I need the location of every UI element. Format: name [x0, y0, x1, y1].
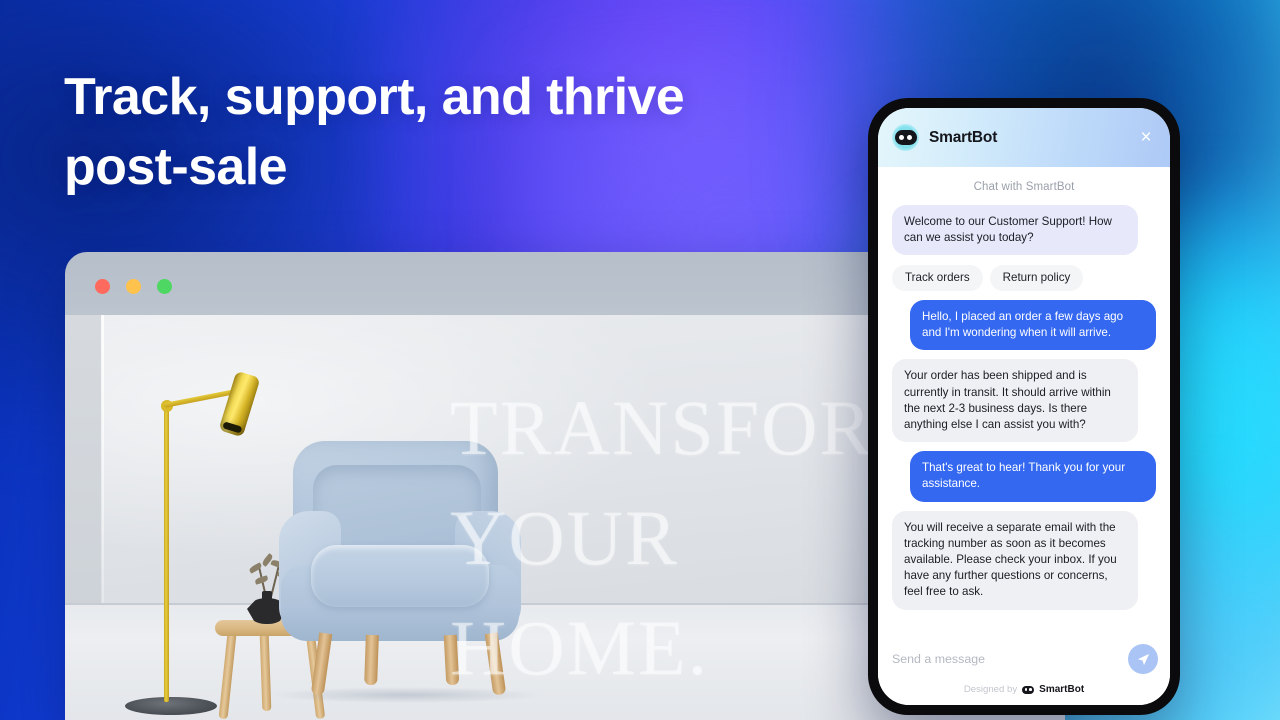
quick-reply-list: Track orders Return policy: [892, 265, 1156, 291]
quick-reply-track-orders[interactable]: Track orders: [892, 265, 983, 291]
window-minimize-dot-icon[interactable]: [126, 279, 141, 294]
headline-line-1: Track, support, and thrive: [64, 68, 685, 126]
chat-subtitle: Chat with SmartBot: [973, 181, 1075, 193]
chat-message-bot: You will receive a separate email with t…: [892, 510, 1138, 610]
chat-message-list[interactable]: Chat with SmartBot Welcome to our Custom…: [878, 167, 1170, 634]
badge-eye-right: [1028, 688, 1032, 691]
quick-reply-return-policy[interactable]: Return policy: [989, 265, 1084, 291]
chat-footer: Designed by SmartBot: [878, 678, 1170, 705]
footer-prefix: Designed by: [963, 684, 1018, 695]
floor-lamp-pole: [164, 407, 169, 702]
chat-message-bot: Your order has been shipped and is curre…: [892, 359, 1138, 443]
badge-eye-left: [1024, 688, 1028, 691]
phone-frame: SmartBot × Chat with SmartBot Welcome to…: [868, 98, 1180, 715]
headline-line-2: post-sale: [64, 138, 287, 196]
close-icon[interactable]: ×: [1134, 126, 1158, 150]
chat-message-bot: Welcome to our Customer Support! How can…: [892, 205, 1138, 256]
smartbot-avatar-icon: [892, 124, 919, 151]
footer-brand: SmartBot: [1039, 684, 1085, 695]
send-button[interactable]: [1128, 644, 1158, 674]
chat-title: SmartBot: [929, 128, 998, 146]
chat-composer: [878, 634, 1170, 678]
armchair-leg: [364, 634, 379, 686]
chat-header: SmartBot ×: [878, 108, 1170, 167]
page-title: Track, support, and thrive post-sale: [64, 62, 784, 202]
message-input[interactable]: [890, 648, 1128, 670]
send-paper-plane-icon: [1137, 653, 1149, 665]
floor-lamp-base: [125, 697, 217, 715]
bot-eye-left: [899, 135, 904, 140]
window-maximize-dot-icon[interactable]: [157, 279, 172, 294]
bot-face-shape: [894, 130, 917, 145]
room-wall-side: [65, 315, 102, 625]
chat-message-user: Hello, I placed an order a few days ago …: [910, 300, 1156, 351]
room-wall-edge: [101, 315, 104, 615]
window-controls: [95, 279, 172, 294]
smartbot-badge-icon: [1022, 685, 1035, 694]
screenshot-root: Track, support, and thrive post-sale TRA…: [0, 0, 1280, 720]
chat-widget: SmartBot × Chat with SmartBot Welcome to…: [878, 108, 1170, 705]
bot-eye-right: [907, 135, 912, 140]
chat-message-user: That's great to hear! Thank you for your…: [910, 451, 1156, 502]
window-close-dot-icon[interactable]: [95, 279, 110, 294]
